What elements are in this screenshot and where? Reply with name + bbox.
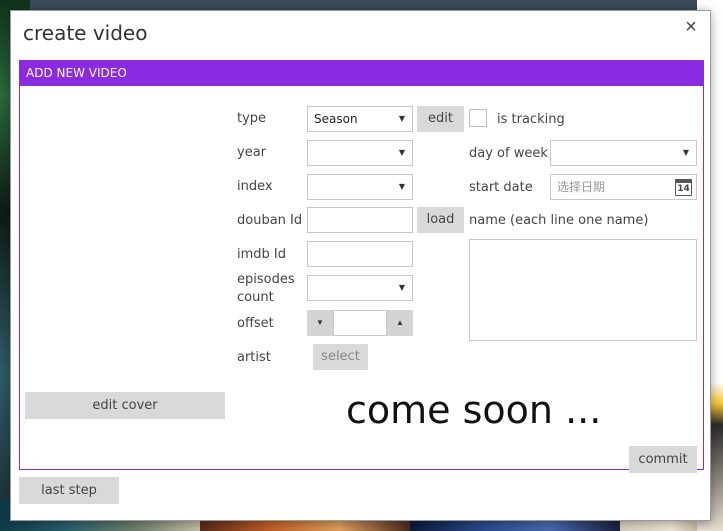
douban-id-input[interactable]: [307, 207, 413, 233]
is-tracking-label: is tracking: [497, 112, 565, 127]
year-label: year: [237, 145, 267, 160]
episodes-count-select[interactable]: ▼: [307, 275, 413, 301]
artist-label: artist: [237, 350, 271, 365]
start-date-placeholder: 选择日期: [557, 180, 606, 194]
is-tracking-checkbox[interactable]: [469, 109, 487, 127]
triangle-down-icon[interactable]: ▼: [307, 310, 333, 336]
chevron-down-icon: ▼: [398, 283, 405, 292]
start-date-label: start date: [469, 180, 533, 195]
panel-header: ADD NEW VIDEO: [20, 61, 703, 86]
coming-soon-text: come soon ...: [346, 388, 602, 432]
type-select-value: Season: [314, 112, 358, 126]
chevron-down-icon: ▼: [398, 148, 405, 157]
dialog-title: create video: [23, 21, 148, 45]
day-of-week-label: day of week: [469, 146, 548, 161]
commit-button[interactable]: commit: [629, 446, 697, 473]
episodes-count-label-line2: count: [237, 290, 274, 305]
calendar-icon[interactable]: 14: [675, 179, 692, 196]
episodes-count-label-line1: episodes: [237, 272, 295, 287]
last-step-button[interactable]: last step: [19, 477, 119, 504]
select-artist-button[interactable]: select: [313, 344, 368, 370]
add-new-video-panel: ADD NEW VIDEO type Season ▼ edit is trac…: [19, 60, 704, 473]
imdb-id-input[interactable]: [307, 241, 413, 267]
close-icon[interactable]: ×: [682, 17, 700, 37]
offset-input[interactable]: [333, 310, 387, 336]
day-of-week-select[interactable]: ▼: [550, 140, 697, 166]
create-video-dialog: create video × ADD NEW VIDEO type Season…: [10, 10, 711, 521]
offset-label: offset: [237, 316, 274, 331]
douban-id-label: douban Id: [237, 213, 303, 228]
edit-cover-button[interactable]: edit cover: [25, 392, 225, 419]
index-label: index: [237, 179, 273, 194]
edit-type-button[interactable]: edit: [417, 106, 464, 132]
type-label: type: [237, 111, 267, 126]
name-textarea[interactable]: [469, 239, 697, 341]
start-date-input[interactable]: 选择日期 14: [550, 174, 697, 200]
imdb-id-label: imdb Id: [237, 247, 286, 262]
year-select[interactable]: ▼: [307, 140, 413, 166]
chevron-down-icon: ▼: [398, 182, 405, 191]
triangle-up-icon[interactable]: ▲: [387, 310, 413, 336]
chevron-down-icon: ▼: [398, 114, 405, 123]
index-select[interactable]: ▼: [307, 174, 413, 200]
load-button[interactable]: load: [417, 207, 464, 233]
chevron-down-icon: ▼: [682, 148, 689, 157]
name-label: name (each line one name): [469, 213, 649, 228]
type-select[interactable]: Season ▼: [307, 106, 413, 132]
